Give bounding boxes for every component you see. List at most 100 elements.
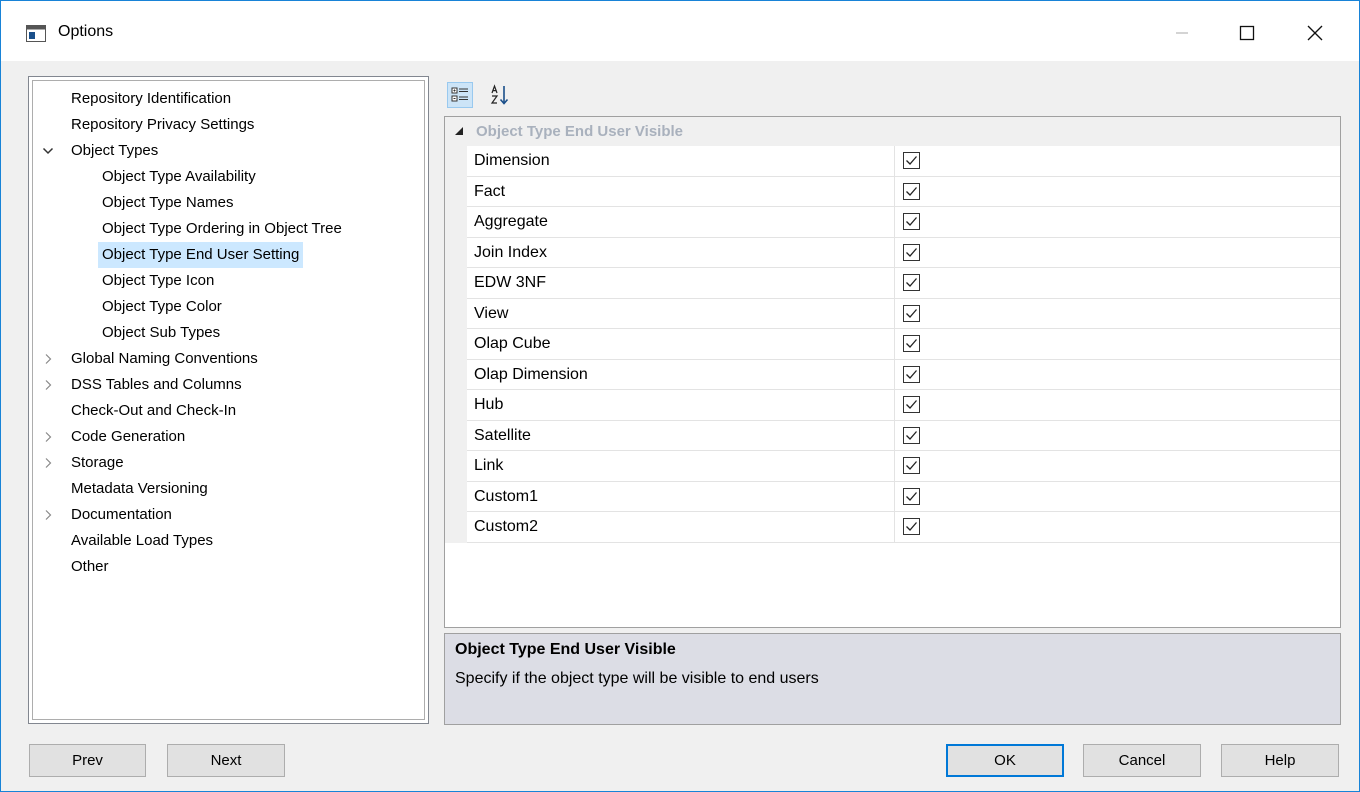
grid-row[interactable]: View	[467, 298, 1340, 329]
checkmark-icon	[906, 491, 917, 501]
grid-row[interactable]: Olap Cube	[467, 329, 1340, 360]
grid-row[interactable]: Dimension	[467, 146, 1340, 177]
grid-rows: Dimension Fact Aggregate Join Index EDW 3NF V…	[467, 146, 1340, 543]
grid-row-checkbox[interactable]	[903, 182, 920, 200]
chevron-right-icon[interactable]	[41, 450, 55, 476]
tree-item[interactable]: Storage	[33, 450, 424, 476]
tree-item[interactable]: Object Type Names	[33, 190, 424, 216]
grid-row-checkbox[interactable]	[903, 213, 920, 230]
tree-item-label: Object Types	[71, 142, 159, 159]
grid-category-label: Object Type End User Visible	[476, 123, 684, 140]
grid-row[interactable]: Link	[467, 451, 1340, 482]
grid-category-header[interactable]: Object Type End User Visible	[445, 117, 1340, 146]
close-button[interactable]	[1284, 11, 1346, 55]
grid-column-divider[interactable]	[894, 146, 895, 176]
tree-item[interactable]: Object Type Ordering in Object Tree	[33, 216, 424, 242]
tree-item-label: Repository Identification	[71, 90, 232, 107]
grid-row[interactable]: EDW 3NF	[467, 268, 1340, 299]
next-button[interactable]: Next	[167, 744, 285, 777]
grid-row-checkbox[interactable]	[903, 243, 920, 261]
grid-row-checkbox[interactable]	[903, 426, 920, 444]
options-tree-panel: Repository Identification Repository Priv…	[28, 76, 429, 724]
ok-button[interactable]: OK	[946, 744, 1064, 777]
tree-item-label: Object Type End User Setting	[98, 242, 304, 268]
help-button[interactable]: Help	[1221, 744, 1339, 777]
categorized-view-button[interactable]	[447, 82, 473, 108]
grid-row-checkbox[interactable]	[903, 304, 920, 322]
grid-column-divider[interactable]	[894, 359, 895, 389]
collapse-triangle-icon[interactable]	[454, 126, 464, 136]
options-tree: Repository Identification Repository Priv…	[32, 80, 425, 720]
tree-item[interactable]: DSS Tables and Columns	[33, 372, 424, 398]
grid-row[interactable]: Satellite	[467, 420, 1340, 451]
grid-row-name: View	[474, 304, 509, 322]
grid-row[interactable]: Aggregate	[467, 207, 1340, 238]
grid-column-divider[interactable]	[894, 298, 895, 328]
grid-row-name: Fact	[474, 182, 506, 200]
tree-item[interactable]: Global Naming Conventions	[33, 346, 424, 372]
grid-row-checkbox[interactable]	[903, 457, 920, 474]
grid-column-divider[interactable]	[894, 512, 895, 542]
tree-item[interactable]: Object Type Availability	[33, 164, 424, 190]
prev-button[interactable]: Prev	[29, 744, 146, 777]
grid-column-divider[interactable]	[894, 451, 895, 481]
options-dialog: Options Repository Identification Reposit…	[0, 0, 1360, 792]
tree-item[interactable]: Object Type Color	[33, 294, 424, 320]
title-bar[interactable]: Options	[1, 1, 1359, 61]
tree-item[interactable]: Available Load Types	[33, 528, 424, 554]
grid-column-divider[interactable]	[894, 329, 895, 359]
grid-row[interactable]: Olap Dimension	[467, 359, 1340, 390]
tree-item[interactable]: Metadata Versioning	[33, 476, 424, 502]
description-text: Specify if the object type will be visib…	[455, 670, 819, 687]
grid-row-name: Aggregate	[474, 213, 548, 230]
grid-row[interactable]: Fact	[467, 176, 1340, 207]
chevron-right-icon[interactable]	[41, 346, 55, 372]
grid-row-checkbox[interactable]	[903, 487, 920, 505]
cancel-button[interactable]: Cancel	[1083, 744, 1201, 777]
tree-item[interactable]: Code Generation	[33, 424, 424, 450]
grid-column-divider[interactable]	[894, 207, 895, 237]
grid-row-name: Join Index	[474, 243, 547, 261]
grid-row-checkbox[interactable]	[903, 335, 920, 352]
grid-row-checkbox[interactable]	[903, 365, 920, 383]
checkmark-icon	[906, 186, 917, 196]
chevron-down-icon[interactable]	[41, 138, 55, 164]
tree-item-label: Object Type Icon	[102, 272, 215, 289]
checkmark-icon	[906, 339, 917, 348]
tree-item[interactable]: Object Sub Types	[33, 320, 424, 346]
grid-column-divider[interactable]	[894, 237, 895, 267]
tree-item[interactable]: Object Type End User Setting	[33, 242, 424, 268]
sort-alphabetical-button[interactable]	[487, 82, 513, 108]
grid-column-divider[interactable]	[894, 481, 895, 511]
tree-item[interactable]: Repository Identification	[33, 86, 424, 112]
grid-column-divider[interactable]	[894, 390, 895, 420]
grid-row[interactable]: Join Index	[467, 237, 1340, 268]
grid-row[interactable]: Hub	[467, 390, 1340, 421]
chevron-right-icon[interactable]	[41, 372, 55, 398]
tree-item-label: Other	[71, 558, 109, 575]
grid-column-divider[interactable]	[894, 420, 895, 450]
tree-item[interactable]: Other	[33, 554, 424, 580]
minimize-button[interactable]	[1151, 11, 1213, 55]
grid-row[interactable]: Custom1	[467, 481, 1340, 512]
grid-row-checkbox[interactable]	[903, 396, 920, 413]
tree-item-label: Object Type Availability	[102, 168, 256, 185]
tree-item[interactable]: Repository Privacy Settings	[33, 112, 424, 138]
chevron-right-icon[interactable]	[41, 502, 55, 528]
tree-item[interactable]: Check-Out and Check-In	[33, 398, 424, 424]
grid-row-checkbox[interactable]	[903, 152, 920, 169]
grid-row[interactable]: Custom2	[467, 512, 1340, 543]
grid-row-checkbox[interactable]	[903, 274, 920, 291]
maximize-button[interactable]	[1216, 11, 1278, 55]
tree-item[interactable]: Object Types	[33, 138, 424, 164]
checkmark-icon	[906, 369, 917, 379]
tree-item[interactable]: Object Type Icon	[33, 268, 424, 294]
tree-item-label: Object Sub Types	[102, 324, 221, 341]
chevron-right-icon[interactable]	[41, 424, 55, 450]
tree-item[interactable]: Documentation	[33, 502, 424, 528]
grid-row-checkbox[interactable]	[903, 518, 920, 535]
grid-column-divider[interactable]	[894, 268, 895, 298]
grid-column-divider[interactable]	[894, 176, 895, 206]
tree-item-label: DSS Tables and Columns	[71, 376, 242, 393]
window-title: Options	[58, 23, 114, 40]
